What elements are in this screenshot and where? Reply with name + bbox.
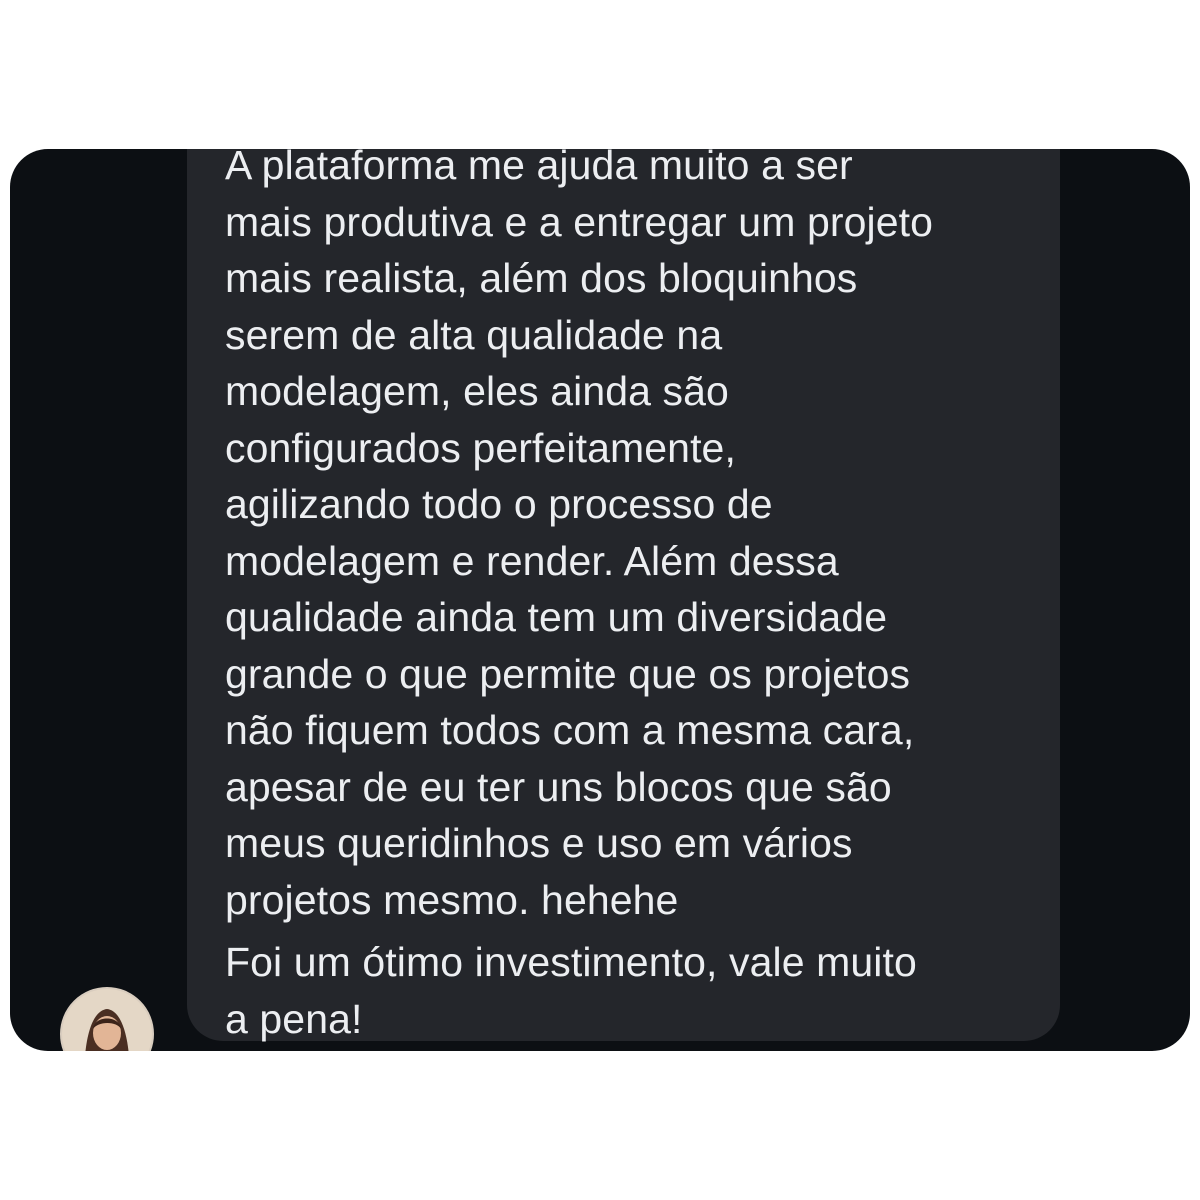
message-line: a pena! bbox=[225, 995, 363, 1042]
message-line: qualidade ainda tem um diversidade bbox=[225, 594, 888, 640]
message-line: mais produtiva e a entregar um projeto bbox=[225, 198, 934, 245]
message-line: serem de alta qualidade na bbox=[225, 311, 723, 358]
message-line: A plataforma me ajuda muito a ser bbox=[225, 149, 853, 188]
message-line: grande o que permite que os projetos bbox=[225, 650, 911, 697]
message-line: mais realista, além dos bloquinhos bbox=[225, 255, 858, 301]
message-line: agilizando todo o processo de bbox=[225, 481, 773, 527]
message-line: apesar de eu ter uns blocos que são bbox=[225, 763, 892, 810]
user-avatar-icon bbox=[62, 989, 152, 1051]
sender-avatar[interactable] bbox=[60, 987, 154, 1051]
message-line: Foi um ótimo investimento, vale muito bbox=[225, 939, 917, 985]
message-line: configurados perfeitamente, bbox=[225, 424, 736, 471]
message-line: modelagem, eles ainda são bbox=[225, 368, 729, 414]
message-line: projetos mesmo. hehehe bbox=[225, 876, 679, 923]
message-line: meus queridinhos e uso em vários bbox=[225, 820, 853, 866]
chat-window: A plataforma me ajuda muito a ser mais p… bbox=[10, 149, 1190, 1051]
message-line: modelagem e render. Além dessa bbox=[225, 537, 839, 584]
message-text: A plataforma me ajuda muito a ser mais p… bbox=[225, 149, 1045, 1047]
message-line: não fiquem todos com a mesma cara, bbox=[225, 707, 915, 753]
